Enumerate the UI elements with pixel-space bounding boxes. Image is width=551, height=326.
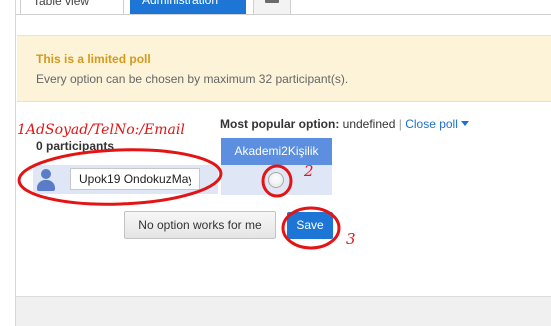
option-radio[interactable] xyxy=(268,172,284,188)
annotation-step-3: 3 xyxy=(346,230,356,248)
participant-name-input[interactable] xyxy=(70,168,200,190)
separator: | xyxy=(398,117,402,131)
annotation-instruction: 1AdSoyad/TelNo:/Email xyxy=(17,122,185,138)
user-avatar-icon xyxy=(37,169,55,191)
participant-row xyxy=(33,165,218,194)
option-header: Akademi2Kişilik xyxy=(221,138,332,165)
save-button[interactable]: Save xyxy=(287,212,333,239)
bottom-bar xyxy=(16,296,551,326)
option-column: Akademi2Kişilik xyxy=(221,138,332,195)
option-cell xyxy=(221,165,332,195)
notice-text: Every option can be chosen by maximum 32… xyxy=(36,72,349,86)
most-popular-label: Most popular option: xyxy=(220,117,340,131)
printer-icon xyxy=(265,0,279,3)
most-popular-option: Most popular option: undefined | Close p… xyxy=(220,117,469,131)
notice-title: This is a limited poll xyxy=(36,52,151,66)
tab-table-view[interactable]: Table view xyxy=(20,0,124,14)
limited-poll-notice: This is a limited poll Every option can … xyxy=(17,35,551,102)
chevron-down-icon[interactable] xyxy=(460,121,469,126)
most-popular-value: undefined xyxy=(342,117,396,131)
left-rail xyxy=(0,0,16,326)
tab-print[interactable] xyxy=(253,0,291,14)
tab-bar: Table view Administration xyxy=(16,0,551,15)
tab-administration[interactable]: Administration xyxy=(130,0,246,14)
close-poll-link[interactable]: Close poll xyxy=(405,117,458,131)
annotation-step-2: 2 xyxy=(304,162,314,180)
participants-count: 0 participants xyxy=(36,139,115,153)
no-option-button[interactable]: No option works for me xyxy=(124,211,276,239)
